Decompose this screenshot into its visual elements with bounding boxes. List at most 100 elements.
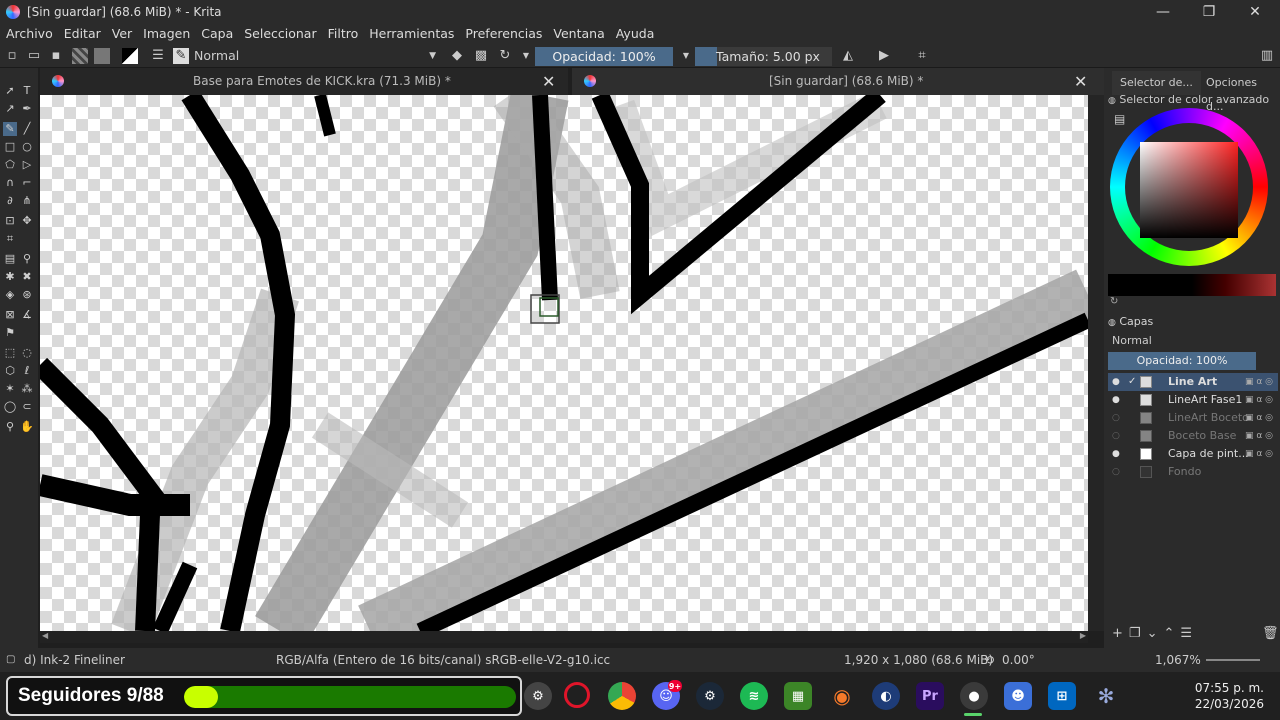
- eye-hidden-icon[interactable]: ○: [1112, 463, 1124, 481]
- menu-ayuda[interactable]: Ayuda: [610, 26, 660, 41]
- polyline-tool-icon[interactable]: ▷: [20, 158, 34, 172]
- layer-blend-select[interactable]: Normal: [1108, 332, 1258, 350]
- chevron-down-icon[interactable]: ▼: [678, 48, 694, 64]
- select-shape-icon[interactable]: ➚: [3, 84, 17, 98]
- gradient-tool-icon[interactable]: ▤: [3, 252, 17, 266]
- mirror-vertical-icon[interactable]: ▶: [876, 48, 892, 64]
- tab-sin-guardar[interactable]: [Sin guardar] (68.6 MiB) * ✕: [572, 68, 1104, 95]
- chrome-icon[interactable]: [608, 682, 636, 710]
- rotation-icon[interactable]: ⟲: [984, 653, 994, 667]
- layer-opacity-slider[interactable]: Opacidad: 100%: [1108, 352, 1256, 370]
- brush-preset-icon[interactable]: ✎: [173, 48, 189, 64]
- delete-layer-icon[interactable]: 🗑: [1262, 626, 1279, 641]
- ellipse-select-icon[interactable]: ◌: [20, 346, 34, 360]
- bezier-tool-icon[interactable]: ∩: [3, 176, 17, 190]
- close-tab-icon[interactable]: ✕: [542, 68, 555, 95]
- calligraphy-icon[interactable]: ✒: [20, 102, 34, 116]
- menu-seleccionar[interactable]: Seleccionar: [238, 26, 321, 41]
- assistant-tool-icon[interactable]: ⊠: [3, 308, 17, 322]
- size-slider[interactable]: Tamaño: 5.00 px: [695, 47, 832, 66]
- reload-preset-icon[interactable]: ↻: [497, 48, 513, 64]
- store-icon[interactable]: ⊞: [1048, 682, 1076, 710]
- close-window-button[interactable]: ✕: [1232, 0, 1278, 23]
- krita-ball-icon[interactable]: ⚙: [524, 682, 552, 710]
- text-tool-icon[interactable]: T: [20, 84, 34, 98]
- gradient-swatch-icon[interactable]: [72, 48, 88, 64]
- spotify-icon[interactable]: ≋: [740, 682, 768, 710]
- color-history-bar[interactable]: [1108, 274, 1276, 296]
- duplicate-layer-icon[interactable]: ❐: [1129, 626, 1147, 641]
- menu-herramientas[interactable]: Herramientas: [363, 26, 459, 41]
- menu-ventana[interactable]: Ventana: [547, 26, 609, 41]
- layer-row-lineart-boceto[interactable]: ○ LineArt Boceto ▣ α ◎: [1108, 409, 1278, 427]
- menu-archivo[interactable]: Archivo: [0, 26, 58, 41]
- edit-shape-icon[interactable]: ↗: [3, 102, 17, 116]
- opera-icon[interactable]: [564, 682, 590, 708]
- layer-lock-icon[interactable]: ▣ α ◎: [1245, 427, 1273, 445]
- alpha-lock-icon[interactable]: ▩: [473, 48, 489, 64]
- chevron-down-icon[interactable]: ▼: [518, 48, 534, 64]
- menu-filtro[interactable]: Filtro: [322, 26, 364, 41]
- layer-row-boceto-base[interactable]: ○ Boceto Base ▣ α ◎: [1108, 427, 1278, 445]
- minecraft-icon[interactable]: ▦: [784, 682, 812, 710]
- freehand-brush-icon[interactable]: ✎: [3, 122, 17, 136]
- layer-row-line-art[interactable]: ● ✓ Line Art ▣ α ◎: [1108, 373, 1278, 391]
- steam-icon[interactable]: ⚙: [696, 682, 724, 710]
- similar-select-icon[interactable]: ⁂: [20, 382, 34, 396]
- drawing-canvas[interactable]: [40, 95, 1088, 631]
- move-tool-icon[interactable]: ✥: [20, 214, 34, 228]
- color-picker-icon[interactable]: ⚲: [20, 252, 34, 266]
- layer-lock-icon[interactable]: ▣ α ◎: [1245, 409, 1273, 427]
- bot-icon[interactable]: ☻: [1004, 682, 1032, 710]
- mirror-horizontal-icon[interactable]: ◭: [840, 48, 856, 64]
- system-clock[interactable]: 07:55 p. m. 22/03/2026: [1186, 680, 1264, 712]
- fg-bg-color-icon[interactable]: [122, 48, 138, 64]
- eraser-icon[interactable]: ◆: [449, 48, 465, 64]
- contiguous-select-icon[interactable]: ✶: [3, 382, 17, 396]
- rect-select-icon[interactable]: ⬚: [3, 346, 17, 360]
- layer-row-capa-pintura[interactable]: ● Capa de pint... ▣ α ◎: [1108, 445, 1278, 463]
- eye-icon[interactable]: ●: [1112, 373, 1124, 391]
- rectangle-tool-icon[interactable]: □: [3, 140, 17, 154]
- menu-preferencias[interactable]: Preferencias: [459, 26, 547, 41]
- menu-imagen[interactable]: Imagen: [137, 26, 195, 41]
- eye-hidden-icon[interactable]: ○: [1112, 409, 1124, 427]
- line-tool-icon[interactable]: ╱: [20, 122, 34, 136]
- eye-icon[interactable]: ●: [1112, 391, 1124, 409]
- save-icon[interactable]: ▪: [48, 48, 64, 64]
- new-document-icon[interactable]: ▫: [4, 48, 20, 64]
- menu-capa[interactable]: Capa: [195, 26, 238, 41]
- dynamic-brush-icon[interactable]: ∂: [3, 194, 17, 208]
- close-tab-icon[interactable]: ✕: [1074, 68, 1087, 95]
- layer-properties-icon[interactable]: ☰: [1180, 626, 1198, 641]
- multibrush-icon[interactable]: ⋔: [20, 194, 34, 208]
- premiere-icon[interactable]: Pr: [916, 682, 944, 710]
- layer-lock-icon[interactable]: ▣ α ◎: [1245, 445, 1273, 463]
- maximize-button[interactable]: ❐: [1186, 0, 1232, 23]
- brush-settings-icon[interactable]: ☰: [150, 48, 166, 64]
- hue-ring[interactable]: [1110, 108, 1268, 266]
- eye-icon[interactable]: ●: [1112, 445, 1124, 463]
- smart-patch-icon[interactable]: ✖: [20, 270, 34, 284]
- transform-tool-icon[interactable]: ⊡: [3, 214, 17, 228]
- open-document-icon[interactable]: ▭: [26, 48, 42, 64]
- bezier-select-icon[interactable]: ◯: [3, 400, 17, 414]
- add-layer-icon[interactable]: +: [1112, 626, 1129, 641]
- scroll-right-icon[interactable]: ▶: [1080, 631, 1086, 640]
- scroll-left-icon[interactable]: ◀: [42, 631, 48, 640]
- blend-mode-select[interactable]: Normal ▼: [190, 47, 440, 65]
- eye-hidden-icon[interactable]: ○: [1112, 427, 1124, 445]
- reference-tool-icon[interactable]: ⚑: [3, 326, 17, 340]
- magnetic-select-icon[interactable]: ⊂: [20, 400, 34, 414]
- horizontal-scrollbar[interactable]: ◀ ▶: [40, 631, 1088, 643]
- blender-icon[interactable]: ◉: [828, 682, 856, 710]
- layer-row-fondo[interactable]: ○ Fondo: [1108, 463, 1278, 481]
- layer-lock-icon[interactable]: ▣ α ◎: [1245, 373, 1273, 391]
- layer-row-lineart-fase1[interactable]: ● LineArt Fase1 ▣ α ◎: [1108, 391, 1278, 409]
- dock-panel-icon[interactable]: ▥: [1259, 48, 1275, 64]
- status-brush[interactable]: d) Ink-2 Fineliner: [24, 653, 125, 667]
- cinema4d-icon[interactable]: ◐: [872, 682, 900, 710]
- freehand-select-icon[interactable]: ℓ: [20, 364, 34, 378]
- wrap-around-icon[interactable]: ⌗: [914, 48, 930, 64]
- layer-lock-icon[interactable]: ▣ α ◎: [1245, 391, 1273, 409]
